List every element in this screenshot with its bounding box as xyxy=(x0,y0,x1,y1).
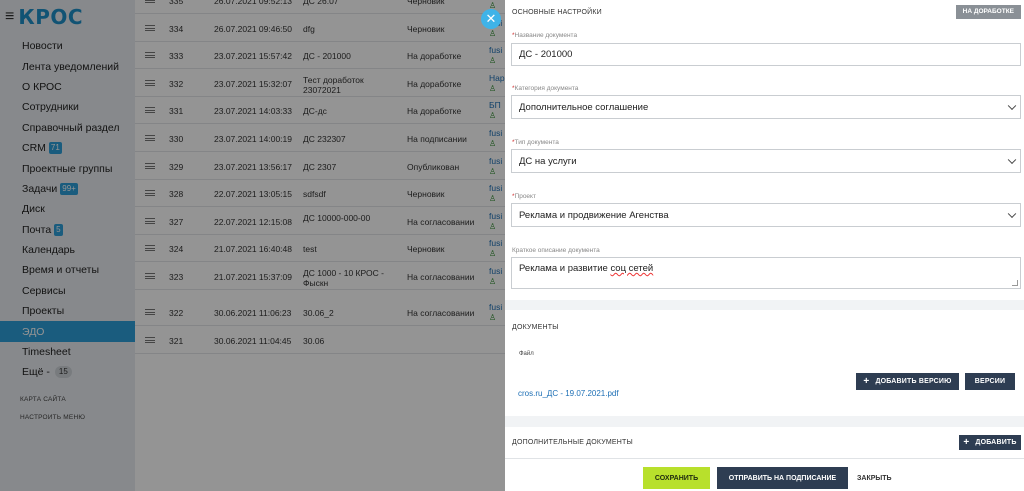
category-select[interactable]: Дополнительное соглашение xyxy=(511,95,1021,119)
chevron-down-icon xyxy=(1007,101,1017,111)
project-label: *Проект xyxy=(512,193,536,200)
modal-overlay[interactable] xyxy=(0,0,505,491)
plus-icon: + xyxy=(963,437,970,448)
send-for-signing-button[interactable]: Отправить на подписание xyxy=(717,467,848,489)
save-button[interactable]: Сохранить xyxy=(643,467,710,489)
section-title: Документы xyxy=(512,324,559,331)
type-label: *Тип документа xyxy=(512,139,559,146)
project-select[interactable]: Реклама и продвижение Агенства xyxy=(511,203,1021,227)
main-settings-section: Основные настройки На доработке *Названи… xyxy=(505,0,1024,300)
section-title: Основные настройки xyxy=(512,9,602,16)
section-title: Дополнительные документы xyxy=(512,439,633,446)
doc-name-label: *Название документа xyxy=(512,32,578,39)
chevron-down-icon xyxy=(1007,155,1017,165)
description-textarea[interactable]: Реклама и развитие соц сетей xyxy=(511,257,1021,289)
add-button[interactable]: + Добавить xyxy=(959,435,1021,450)
resize-grip[interactable] xyxy=(1012,280,1018,286)
status-badge: На доработке xyxy=(955,5,1021,19)
chevron-down-icon xyxy=(1007,209,1017,219)
additional-documents-section: Дополнительные документы + Добавить xyxy=(505,427,1024,458)
panel-footer: Сохранить Отправить на подписание Закрыт… xyxy=(505,458,1024,491)
documents-section: Документы Файл cros.ru_ДС - 19.07.2021.p… xyxy=(505,310,1024,416)
category-label: *Категория документа xyxy=(512,85,579,92)
description-label: Краткое описание документа xyxy=(512,247,600,254)
versions-button[interactable]: Версии xyxy=(965,373,1015,390)
file-link[interactable]: cros.ru_ДС - 19.07.2021.pdf xyxy=(518,389,619,398)
close-button[interactable]: Закрыть xyxy=(857,467,892,489)
document-panel: Основные настройки На доработке *Названи… xyxy=(505,0,1024,491)
close-panel-button[interactable]: ✕ xyxy=(481,9,501,29)
type-select[interactable]: ДС на услуги xyxy=(511,149,1021,173)
add-version-button[interactable]: + Добавить версию xyxy=(856,373,959,390)
doc-name-input[interactable]: ДС - 201000 xyxy=(511,43,1021,66)
plus-icon: + xyxy=(863,376,870,387)
file-label: Файл xyxy=(519,351,534,357)
